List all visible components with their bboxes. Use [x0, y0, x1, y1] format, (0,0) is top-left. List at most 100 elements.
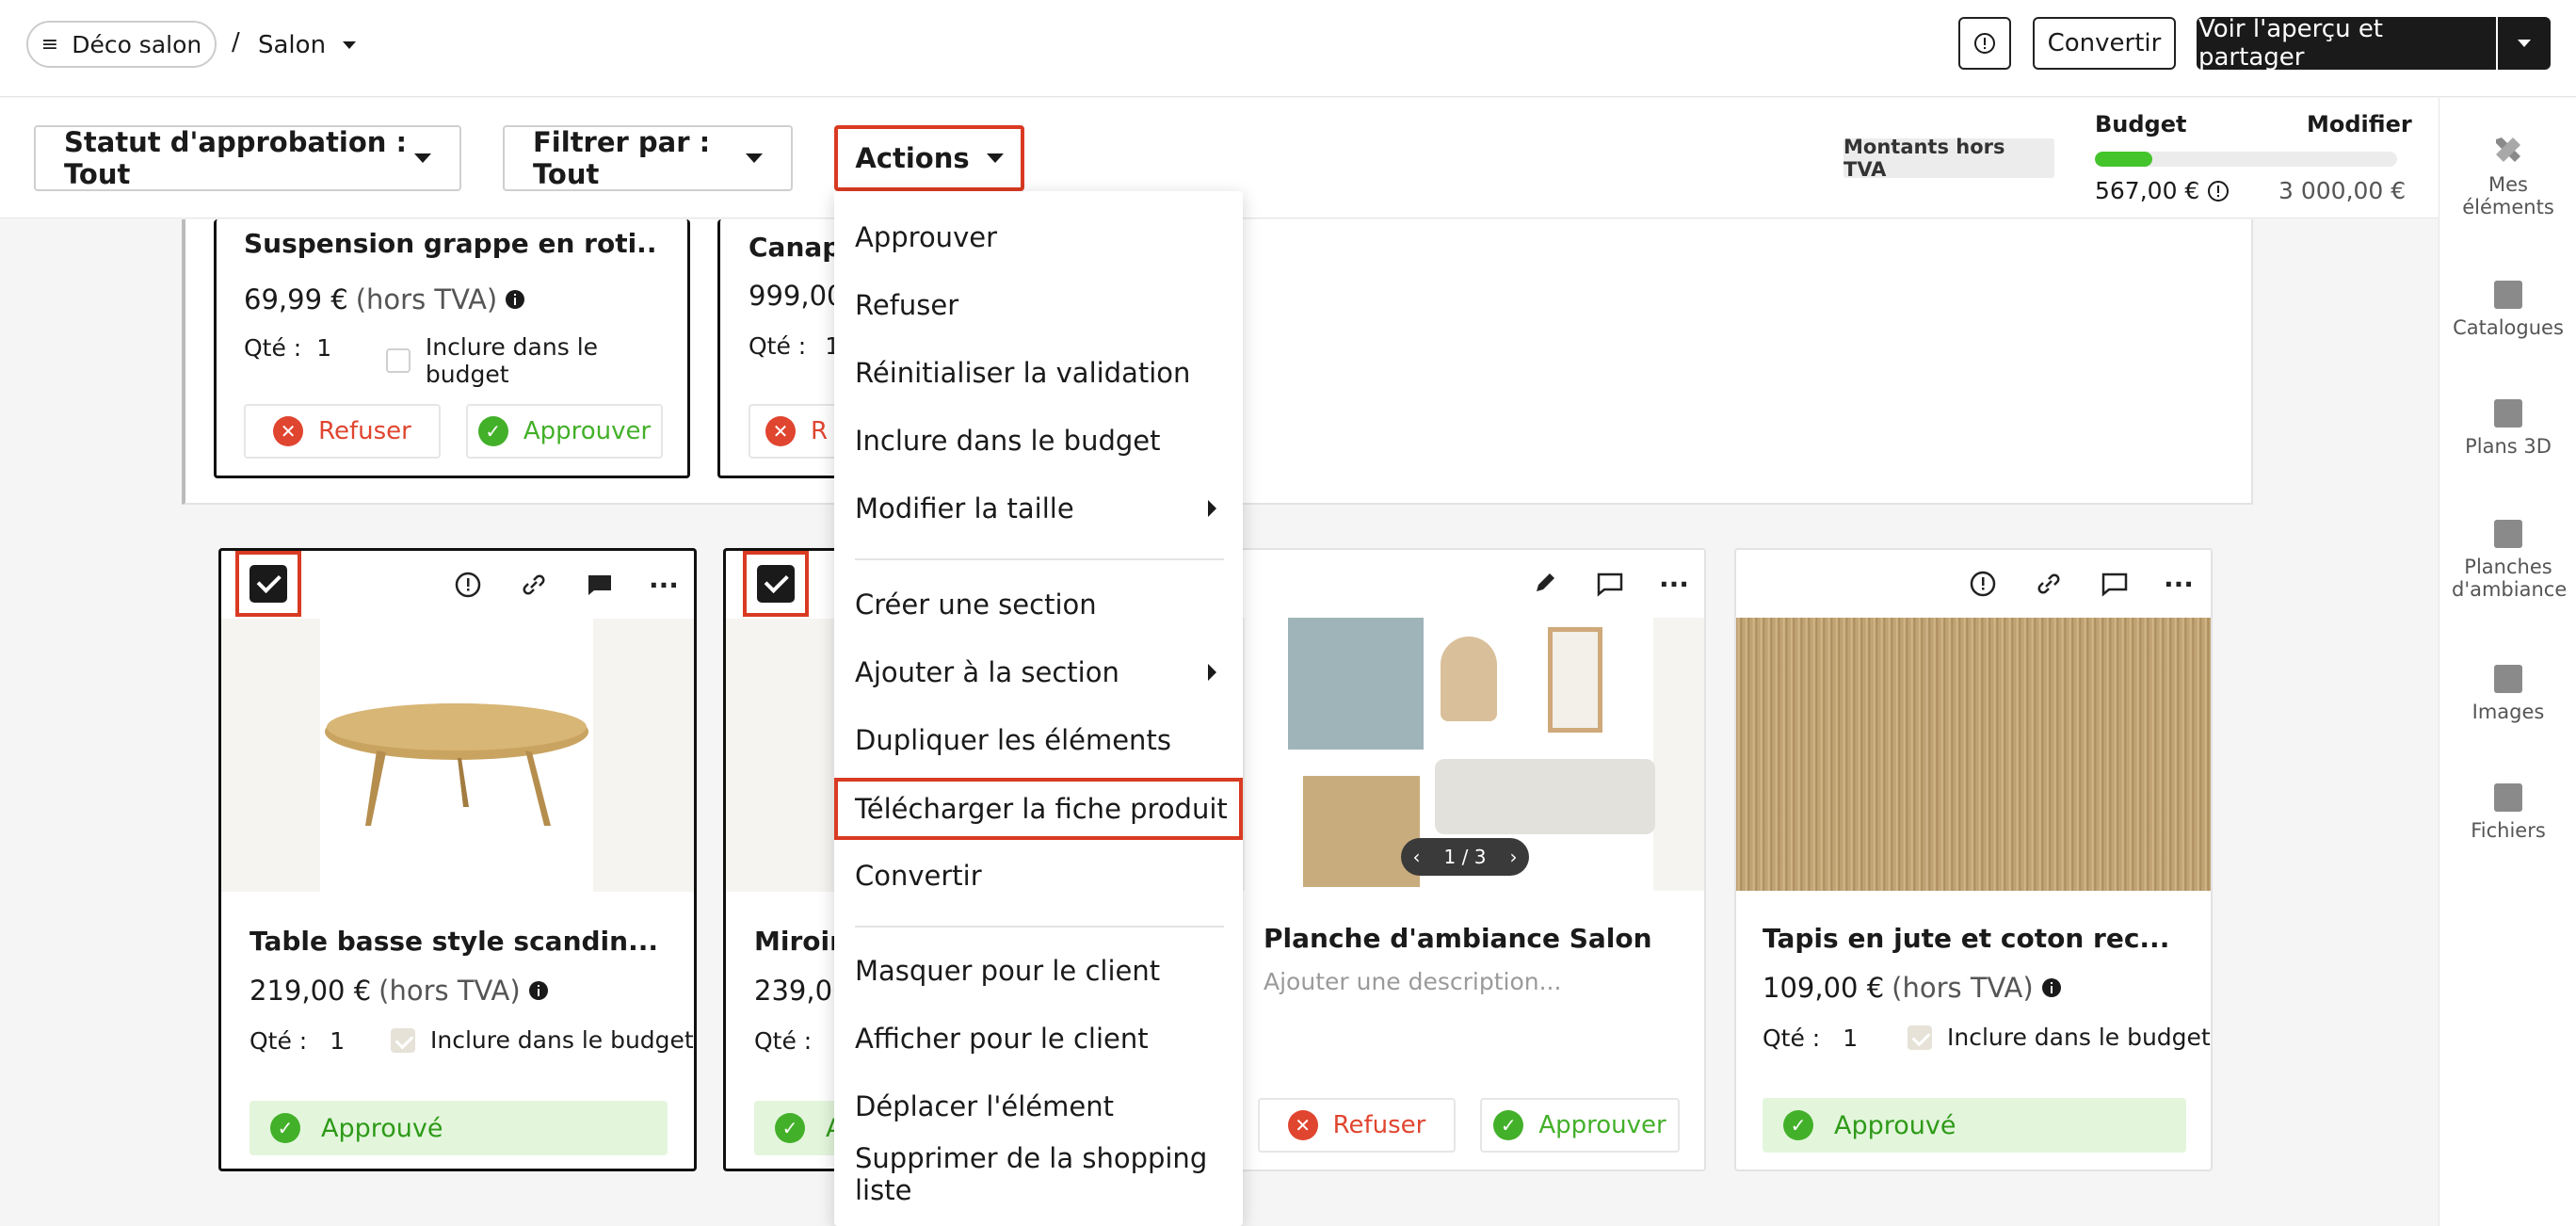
- quantity-value[interactable]: 1: [1843, 1024, 1858, 1052]
- sidebar-item-label: Images: [2471, 701, 2545, 723]
- menu-item-resize[interactable]: Modifier la taille: [834, 480, 1243, 537]
- convert-button[interactable]: Convertir: [2033, 17, 2176, 70]
- room-selector[interactable]: Salon: [258, 26, 357, 64]
- product-title: Suspension grappe en roti...: [244, 228, 658, 259]
- sidebar-item-label: Planches d'ambiance: [2452, 556, 2568, 601]
- approve-button[interactable]: ✓ Approuver: [1480, 1098, 1680, 1153]
- breadcrumb-separator: /: [232, 28, 240, 56]
- menu-item-convert[interactable]: Convertir: [834, 847, 1243, 904]
- sidebar-item-3d-plans[interactable]: Plans 3D: [2439, 399, 2576, 458]
- quantity-row: Qté : 1: [244, 334, 331, 362]
- include-budget-checkbox[interactable]: [391, 1027, 415, 1053]
- pendant-lamp-image: [1441, 637, 1497, 721]
- menu-item-move[interactable]: Déplacer l'élément: [834, 1078, 1243, 1135]
- include-budget-row[interactable]: Inclure dans le budget: [386, 333, 687, 388]
- share-options-button[interactable]: [2498, 17, 2551, 70]
- budget-total-value: 3 000,00 €: [2278, 177, 2407, 204]
- product-card[interactable]: ··· Tapis en jute et coton rec... 109,00…: [1734, 548, 2213, 1171]
- product-image: [221, 619, 694, 892]
- product-title: Tapis en jute et coton rec...: [1763, 923, 2170, 954]
- description-placeholder[interactable]: Ajouter une description...: [1264, 968, 1561, 995]
- menu-item-refuse[interactable]: Refuser: [834, 277, 1243, 333]
- product-price: 219,00 € (hors TVA): [250, 975, 549, 1007]
- tools-icon: [2496, 137, 2520, 162]
- menu-item-add-to-section[interactable]: Ajouter à la section: [834, 644, 1243, 701]
- edit-button[interactable]: [1525, 565, 1563, 603]
- quantity-label: Qté :: [754, 1027, 813, 1055]
- filter-by-dropdown[interactable]: Filtrer par : Tout: [503, 125, 793, 191]
- quantity-label: Qté :: [1763, 1024, 1821, 1052]
- include-budget-checkbox[interactable]: [386, 348, 411, 373]
- menu-item-create-section[interactable]: Créer une section: [834, 576, 1243, 633]
- coffee-table-image: [325, 703, 588, 826]
- product-card[interactable]: ··· Table basse style scandin... 219,00 …: [218, 548, 697, 1171]
- sidebar-item-files[interactable]: Fichiers: [2439, 783, 2576, 842]
- menu-item-show-for-client[interactable]: Afficher pour le client: [834, 1010, 1243, 1067]
- chevron-left-icon[interactable]: ‹: [1413, 846, 1421, 868]
- link-button[interactable]: [515, 566, 553, 604]
- sidebar-item-label: Mes éléments: [2462, 173, 2554, 218]
- info-button[interactable]: [1958, 17, 2011, 70]
- info-icon[interactable]: [2041, 977, 2062, 998]
- project-menu-button[interactable]: ≡ Déco salon: [26, 21, 217, 68]
- moodboard-card[interactable]: ··· ‹ 1 / 3 › Planche d'ambiance Salon A…: [1224, 548, 1706, 1171]
- comment-button[interactable]: [2096, 565, 2133, 603]
- checkmark-icon: [250, 565, 287, 603]
- menu-item-reset-validation[interactable]: Réinitialiser la validation: [834, 345, 1243, 401]
- product-card[interactable]: Canape 999,00 Qté : 1 ✕ R: [717, 219, 849, 478]
- pager-label: 1 / 3: [1443, 846, 1487, 868]
- approve-button[interactable]: ✓ Approuver: [466, 404, 663, 459]
- select-checkbox[interactable]: [235, 551, 301, 617]
- price-vat-note: (hors TVA): [355, 283, 498, 315]
- chevron-right-icon[interactable]: ›: [1509, 846, 1517, 868]
- product-price: 999,00: [749, 280, 845, 312]
- include-budget-row[interactable]: Inclure dans le budget: [1908, 1024, 2211, 1051]
- approval-status-dropdown[interactable]: Statut d'approbation : Tout: [34, 125, 461, 191]
- comment-button[interactable]: [1591, 565, 1629, 603]
- include-budget-checkbox[interactable]: [1908, 1024, 1932, 1050]
- actions-dropdown[interactable]: Actions: [834, 125, 1024, 191]
- share-preview-button[interactable]: Voir l'aperçu et partager: [2197, 15, 2496, 72]
- top-bar: ≡ Déco salon / Salon Convertir Voir l'ap…: [0, 0, 2576, 97]
- hamburger-icon: ≡: [40, 32, 59, 56]
- select-checkbox[interactable]: [743, 551, 809, 617]
- info-icon[interactable]: [2207, 180, 2230, 202]
- product-card[interactable]: Suspension grappe en roti... 69,99 € (ho…: [214, 219, 690, 478]
- floorplan-icon: [2494, 399, 2522, 427]
- info-icon[interactable]: [505, 289, 525, 310]
- image-pager[interactable]: ‹ 1 / 3 ›: [1401, 838, 1529, 876]
- refuse-button[interactable]: ✕ Refuser: [1258, 1098, 1456, 1153]
- info-icon[interactable]: [528, 980, 549, 1001]
- check-icon: ✓: [775, 1113, 805, 1143]
- refuse-button[interactable]: ✕ Refuser: [244, 404, 441, 459]
- price-vat-note: (hors TVA): [378, 975, 521, 1007]
- info-button[interactable]: [1964, 565, 2002, 603]
- sidebar-item-images[interactable]: Images: [2439, 665, 2576, 723]
- actions-menu: Approuver Refuser Réinitialiser la valid…: [834, 191, 1243, 1226]
- info-button[interactable]: [449, 566, 487, 604]
- menu-item-delete-from-list[interactable]: Supprimer de la shopping liste: [834, 1142, 1243, 1206]
- comment-icon: [2101, 573, 2128, 597]
- menu-item-hide-for-client[interactable]: Masquer pour le client: [834, 943, 1243, 999]
- menu-item-duplicate[interactable]: Dupliquer les éléments: [834, 712, 1243, 768]
- more-options-icon[interactable]: ···: [645, 566, 683, 604]
- chevron-down-icon: [746, 153, 763, 163]
- menu-item-download-product-sheet[interactable]: Télécharger la fiche produit: [834, 778, 1243, 840]
- quantity-value[interactable]: 1: [330, 1027, 345, 1055]
- link-button[interactable]: [2030, 565, 2068, 603]
- chevron-down-icon: [2518, 40, 2531, 47]
- menu-item-include-budget[interactable]: Inclure dans le budget: [834, 412, 1243, 469]
- more-options-icon[interactable]: ···: [2160, 565, 2198, 603]
- room-label: Salon: [258, 31, 327, 59]
- sidebar-item-my-elements[interactable]: Mes éléments: [2439, 134, 2576, 218]
- comment-button[interactable]: [581, 566, 619, 604]
- approve-label: Approuver: [523, 417, 652, 445]
- menu-item-approve[interactable]: Approuver: [834, 209, 1243, 266]
- more-options-icon[interactable]: ···: [1655, 565, 1693, 603]
- include-budget-row[interactable]: Inclure dans le budget: [391, 1026, 694, 1054]
- sidebar-item-moodboards[interactable]: Planches d'ambiance: [2439, 520, 2576, 601]
- quantity-value[interactable]: 1: [316, 334, 331, 362]
- budget-edit-link[interactable]: Modifier: [2307, 111, 2412, 137]
- sidebar-item-catalogs[interactable]: Catalogues: [2439, 281, 2576, 339]
- mirror-image: [1548, 627, 1602, 733]
